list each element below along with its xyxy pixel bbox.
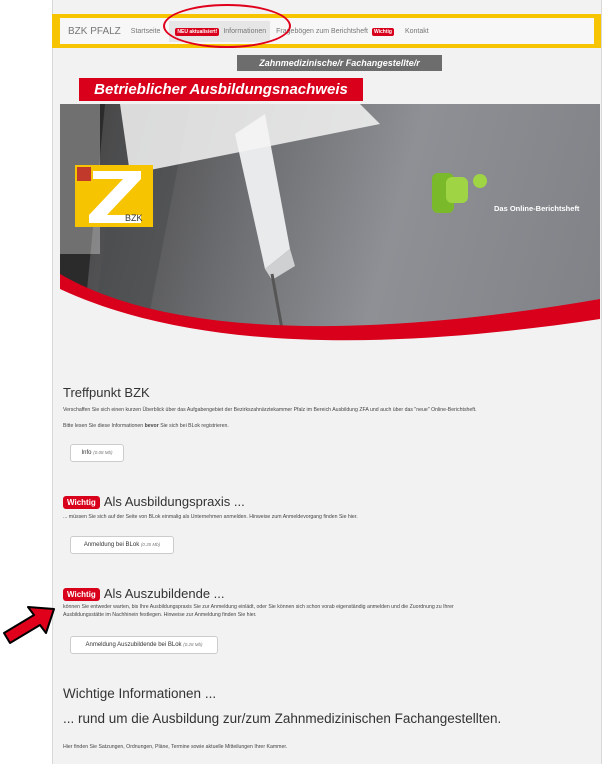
azubi-button-label: Anmeldung Auszubildende bei BLok [85, 642, 182, 648]
praxis-heading-text: Als Ausbildungspraxis ... [103, 494, 245, 509]
note-bold: bevor [144, 423, 159, 429]
annotation-arrow [3, 606, 55, 644]
praxis-text: ... müssen Sie sich auf der Seite von BL… [63, 514, 358, 520]
note-post: Sie sich bei BLok registrieren. [158, 423, 229, 429]
azubi-heading-text: Als Auszubildende ... [103, 586, 225, 601]
wichtige-heading: Wichtige Informationen ... [63, 686, 217, 701]
brand-link[interactable]: BZK PFALZ [68, 26, 121, 37]
praxis-button-size: (0.35 Mb) [140, 542, 161, 547]
azubi-text-line1: können Sie entweder warten, bis Ihre Aus… [63, 604, 454, 610]
wichtig-badge: Wichtig [371, 27, 394, 36]
page-title: Betrieblicher Ausbildungsnachweis [79, 78, 363, 101]
top-navbar: BZK PFALZ Startseite NEU aktualisiert! I… [60, 18, 594, 44]
nav-startseite[interactable]: Startseite [131, 28, 161, 35]
note-pre: Bitte lesen Sie diese Informationen [63, 423, 145, 429]
annotation-circle [163, 4, 291, 48]
anmeldung-praxis-button[interactable]: Anmeldung bei BLok (0.35 Mb) [70, 536, 174, 554]
bzk-logo-text: BZK [125, 213, 143, 223]
azubi-heading: Wichtig Als Auszubildende ... [63, 586, 225, 602]
info-button[interactable]: Info (0.08 Mb) [70, 444, 124, 462]
treffpunkt-note: Bitte lesen Sie diese Informationen bevo… [63, 423, 229, 429]
hero-banner [60, 104, 600, 362]
treffpunkt-heading: Treffpunkt BZK [63, 385, 150, 400]
hero-image [60, 104, 600, 362]
praxis-heading: Wichtig Als Ausbildungspraxis ... [63, 494, 245, 510]
blok-logo-text: Das Online-Berichtsheft [494, 204, 580, 213]
praxis-button-label: Anmeldung bei BLok [83, 542, 140, 548]
anmeldung-azubi-button[interactable]: Anmeldung Auszubildende bei BLok (0.28 M… [70, 636, 218, 654]
wichtig-badge: Wichtig [63, 496, 100, 510]
page-subtitle: Zahnmedizinische/r Fachangestellte/r [237, 55, 442, 71]
wichtige-subheading: ... rund um die Ausbildung zur/zum Zahnm… [63, 711, 502, 726]
azubi-button-size: (0.28 Mb) [183, 642, 203, 647]
bzk-logo: BZK [75, 165, 153, 227]
info-button-label: Info [81, 450, 92, 456]
treffpunkt-text: Verschaffen Sie sich einen kurzen Überbl… [63, 407, 477, 413]
wichtige-text: Hier finden Sie Satzungen, Ordnungen, Pl… [63, 744, 288, 750]
nav-kontakt[interactable]: Kontakt [405, 28, 429, 35]
blok-logo: Das Online-Berichtsheft [432, 169, 596, 221]
nav-frageboegen[interactable]: Fragebögen zum Berichtsheft Wichtig [276, 27, 396, 36]
azubi-text-line2: Ausbildungsstätte im Nachhinein festlege… [63, 612, 257, 618]
wichtig-badge: Wichtig [63, 588, 100, 602]
info-button-size: (0.08 Mb) [93, 450, 113, 455]
